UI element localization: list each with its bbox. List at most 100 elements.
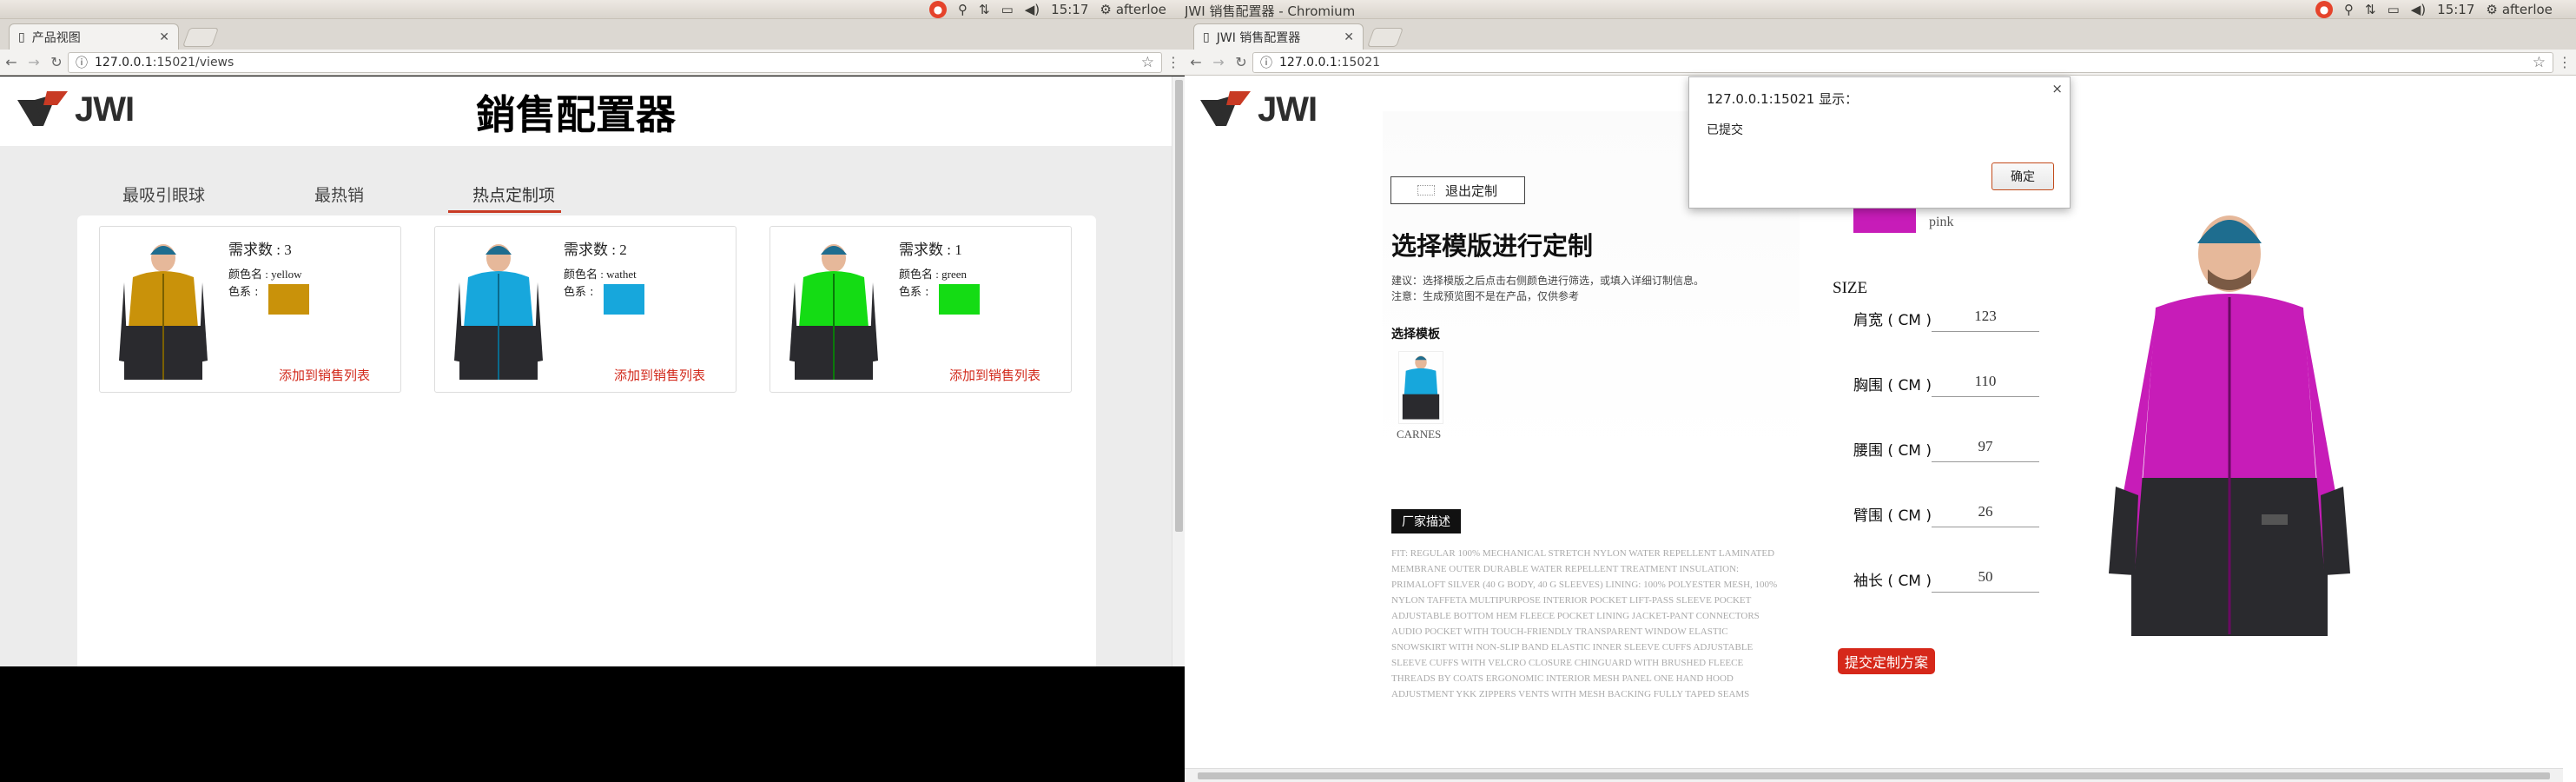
recorder-icon[interactable]: ● xyxy=(929,1,947,18)
close-tab-icon[interactable]: ✕ xyxy=(159,30,169,44)
submit-customization-button[interactable]: 提交定制方案 xyxy=(1838,648,1936,674)
username[interactable]: afterloe xyxy=(2502,2,2553,17)
size-input[interactable]: 110 xyxy=(1932,366,2039,397)
template-thumbnail[interactable] xyxy=(1398,351,1443,424)
input-method-icon[interactable]: ⚲ xyxy=(2344,2,2354,17)
new-tab-button[interactable] xyxy=(1366,28,1404,47)
window-title: JWI 销售配置器 - Chromium xyxy=(1185,3,1356,19)
menu-icon[interactable]: ⋮ xyxy=(2553,54,2576,70)
exit-customization-label: 退出定制 xyxy=(1445,182,1498,199)
product-card[interactable]: 需求数 : 1 颜色名 : green 色系 : 添加到销售列表 xyxy=(769,226,1072,393)
color-swatch xyxy=(604,284,644,315)
template-caption: CARNES xyxy=(1397,427,1442,441)
tab-strip: ▯ 产品视图 ✕ xyxy=(0,19,1185,50)
section-heading: 选择模版进行定制 xyxy=(1391,231,1594,261)
address-bar[interactable]: ⓘ 127.0.0.1:15021 ☆ xyxy=(1252,51,2553,73)
recorder-icon[interactable]: ● xyxy=(2315,1,2333,18)
add-to-sales-list-link[interactable]: 添加到销售列表 xyxy=(614,366,705,384)
settings-gear-icon[interactable]: ⚙ xyxy=(1100,2,1111,17)
tab-product-views[interactable]: ▯ 产品视图 ✕ xyxy=(9,23,179,50)
username[interactable]: afterloe xyxy=(1116,2,1166,17)
network-icon[interactable]: ⇅ xyxy=(979,2,990,17)
size-row-waist: 腰围 ( CM ) 97 xyxy=(1853,431,2105,466)
size-row-chest: 胸围 ( CM ) 110 xyxy=(1853,366,2105,401)
add-to-sales-list-link[interactable]: 添加到销售列表 xyxy=(949,366,1040,384)
jacket-image xyxy=(789,244,878,380)
right-browser-window: JWI 销售配置器 - Chromium ● ⚲ ⇅ ▭ ◀) 15:17 ⚙ … xyxy=(1185,0,2576,782)
horizontal-scrollbar[interactable] xyxy=(1185,768,2563,782)
manufacturer-description-button[interactable]: 厂家描述 xyxy=(1391,509,1461,533)
size-input[interactable]: 97 xyxy=(1932,431,2039,462)
size-input[interactable]: 50 xyxy=(1932,561,2039,593)
input-method-icon[interactable]: ⚲ xyxy=(958,2,968,17)
jacket-image xyxy=(119,244,208,380)
tab-sales-configurator[interactable]: ▯ JWI 销售配置器 ✕ xyxy=(1193,23,1364,50)
close-tab-icon[interactable]: ✕ xyxy=(1344,30,1354,44)
selected-color-name: pink xyxy=(1929,215,1954,229)
system-tray: ● ⚲ ⇅ ▭ ◀) 15:17 ⚙ afterloe xyxy=(2315,1,2553,18)
reload-icon[interactable]: ↻ xyxy=(1230,54,1252,70)
close-icon[interactable]: × xyxy=(2051,81,2063,96)
tab-hot-customization[interactable]: 热点定制项 xyxy=(472,182,555,206)
volume-icon[interactable]: ◀) xyxy=(1025,2,1040,17)
bookmark-star-icon[interactable]: ☆ xyxy=(1141,54,1154,71)
logo-text: JWI xyxy=(75,90,135,129)
attention-note: 注意：生成预览图不是在产品，仅供参考 xyxy=(1391,290,1580,302)
bookmark-star-icon[interactable]: ☆ xyxy=(2533,54,2546,71)
page-header: JWI 銷售配置器 xyxy=(0,76,1172,146)
page-title: 銷售配置器 xyxy=(476,91,676,138)
size-input[interactable]: 26 xyxy=(1932,496,2039,527)
scrollbar-thumb[interactable] xyxy=(1198,772,2550,779)
jwi-logo[interactable]: JWI xyxy=(1200,90,1318,129)
tab-most-eye-catching[interactable]: 最吸引眼球 xyxy=(122,182,205,206)
url-path: :15021 xyxy=(1337,55,1381,70)
size-row-sleeve: 袖长 ( CM ) 50 xyxy=(1853,561,2105,596)
size-label: 肩宽 ( CM ) xyxy=(1853,312,1932,329)
page-icon: ▯ xyxy=(1203,30,1210,44)
back-icon[interactable]: ← xyxy=(1185,54,1207,70)
network-icon[interactable]: ⇅ xyxy=(2365,2,2376,17)
hint-text: 建议：选择模版之后点击右侧颜色进行筛选，或填入详细订制信息。 注意：生成预览图不… xyxy=(1391,273,1704,304)
battery-icon[interactable]: ▭ xyxy=(1001,2,1014,17)
vertical-scrollbar-track[interactable] xyxy=(2563,76,2576,768)
forward-icon[interactable]: → xyxy=(23,54,45,70)
tab-title: 产品视图 xyxy=(31,30,81,45)
clock[interactable]: 15:17 xyxy=(2437,2,2474,17)
battery-icon[interactable]: ▭ xyxy=(2388,2,2400,17)
color-name: 颜色名 : wathet xyxy=(564,268,637,281)
clock[interactable]: 15:17 xyxy=(1051,2,1088,17)
color-name: 颜色名 : green xyxy=(899,268,967,281)
forward-icon[interactable]: → xyxy=(1207,54,1230,70)
system-top-bar: ● ⚲ ⇅ ▭ ◀) 15:17 ⚙ afterloe xyxy=(0,0,1185,19)
reload-icon[interactable]: ↻ xyxy=(45,54,68,70)
vertical-scrollbar[interactable] xyxy=(1172,76,1185,666)
settings-gear-icon[interactable]: ⚙ xyxy=(2486,2,2497,17)
size-input[interactable]: 123 xyxy=(1932,301,2039,332)
info-icon[interactable]: ⓘ xyxy=(1260,54,1272,71)
add-to-sales-list-link[interactable]: 添加到销售列表 xyxy=(279,366,370,384)
size-label: 胸围 ( CM ) xyxy=(1853,377,1932,394)
size-label: 臂围 ( CM ) xyxy=(1853,507,1932,525)
back-icon[interactable]: ← xyxy=(0,54,23,70)
left-viewport: JWI 銷售配置器 最吸引眼球 最热销 热点定制项 需求数 : 3 颜色名: … xyxy=(0,76,1185,782)
url-host: 127.0.0.1 xyxy=(1279,55,1338,70)
menu-icon[interactable]: ⋮ xyxy=(1162,54,1185,70)
scrollbar-thumb[interactable] xyxy=(1175,80,1183,532)
manufacturer-description-text: FIT: REGULAR 100% MECHANICAL STRETCH NYL… xyxy=(1391,548,1778,699)
volume-icon[interactable]: ◀) xyxy=(2411,2,2426,17)
address-bar[interactable]: ⓘ 127.0.0.1:15021/views ☆ xyxy=(68,51,1162,73)
new-tab-button[interactable] xyxy=(182,28,220,47)
jwi-logo[interactable]: JWI xyxy=(17,90,135,129)
exit-customization-button[interactable]: 退出定制 xyxy=(1390,176,1525,204)
tab-best-selling[interactable]: 最热销 xyxy=(314,182,364,206)
grid-icon xyxy=(1417,185,1435,196)
confirm-button[interactable]: 确定 xyxy=(1991,162,2054,190)
product-card[interactable]: 需求数 : 2 颜色名 : wathet 色系 : 添加到销售列表 xyxy=(434,226,736,393)
selected-color-swatch[interactable] xyxy=(1853,205,1916,233)
size-row-shoulder: 肩宽 ( CM ) 123 xyxy=(1853,301,2105,335)
info-icon[interactable]: ⓘ xyxy=(76,54,88,71)
alert-dialog: 127.0.0.1:15021 显示： × 已提交 确定 xyxy=(1688,76,2071,209)
active-tab-indicator xyxy=(448,210,561,213)
product-card[interactable]: 需求数 : 3 颜色名 : yellow 色系 : 添加到销售列表 xyxy=(99,226,401,393)
dialog-message: 已提交 xyxy=(1707,123,1743,137)
